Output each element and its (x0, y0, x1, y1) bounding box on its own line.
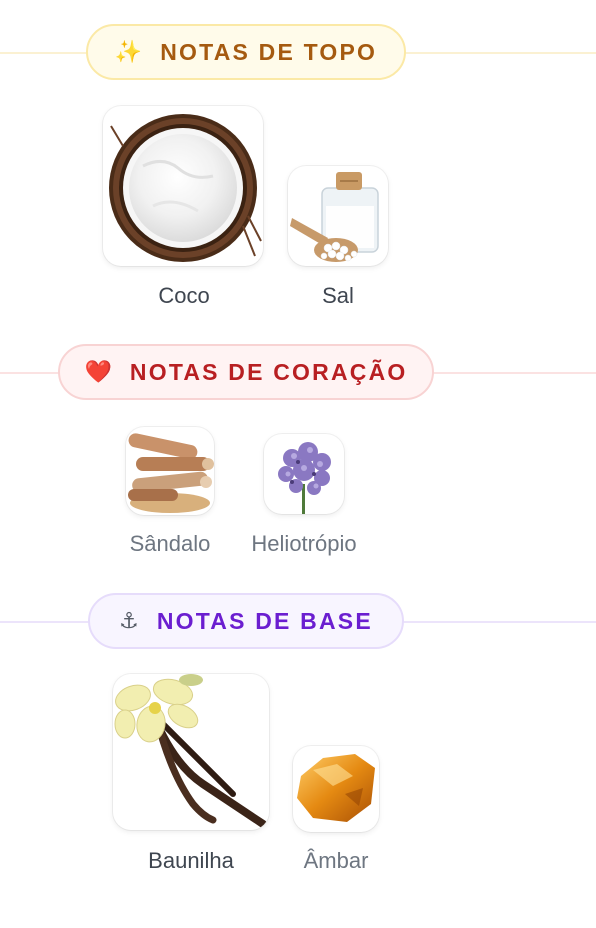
note-label: Âmbar (303, 848, 369, 873)
note-label: Heliotrópio (251, 531, 357, 556)
heliotrope-image (264, 434, 344, 514)
salt-jar-image (288, 166, 388, 266)
note-heliotropio[interactable] (264, 434, 344, 514)
base-notes-header: ⚓ NOTAS DE BASE (88, 593, 404, 649)
coconut-image (103, 106, 263, 266)
note-ambar[interactable] (293, 746, 379, 832)
note-baunilha[interactable] (113, 674, 269, 830)
sparkles-icon: ✨ (114, 39, 143, 64)
note-label: Sal (322, 283, 354, 308)
note-label: Coco (158, 283, 210, 308)
amber-image (293, 746, 379, 832)
note-label: Sândalo (129, 531, 211, 556)
sandalwood-image (126, 427, 214, 515)
top-notes-title: NOTAS DE TOPO (160, 38, 378, 65)
anchor-icon: ⚓ (119, 608, 139, 633)
vanilla-image (113, 674, 269, 830)
heart-notes-header: ❤️ NOTAS DE CORAÇÃO (58, 344, 434, 400)
note-coco[interactable] (103, 106, 263, 266)
note-sandalo[interactable] (126, 427, 214, 515)
heart-icon: ❤️ (84, 359, 112, 384)
fragrance-notes-page: ✨ NOTAS DE TOPO Coco Sal ❤️ NOTAS DE COR… (0, 0, 596, 928)
note-sal[interactable] (288, 166, 388, 266)
top-notes-header: ✨ NOTAS DE TOPO (86, 24, 406, 80)
base-notes-title: NOTAS DE BASE (156, 607, 373, 634)
heart-notes-title: NOTAS DE CORAÇÃO (129, 358, 408, 385)
note-label: Baunilha (148, 848, 234, 873)
